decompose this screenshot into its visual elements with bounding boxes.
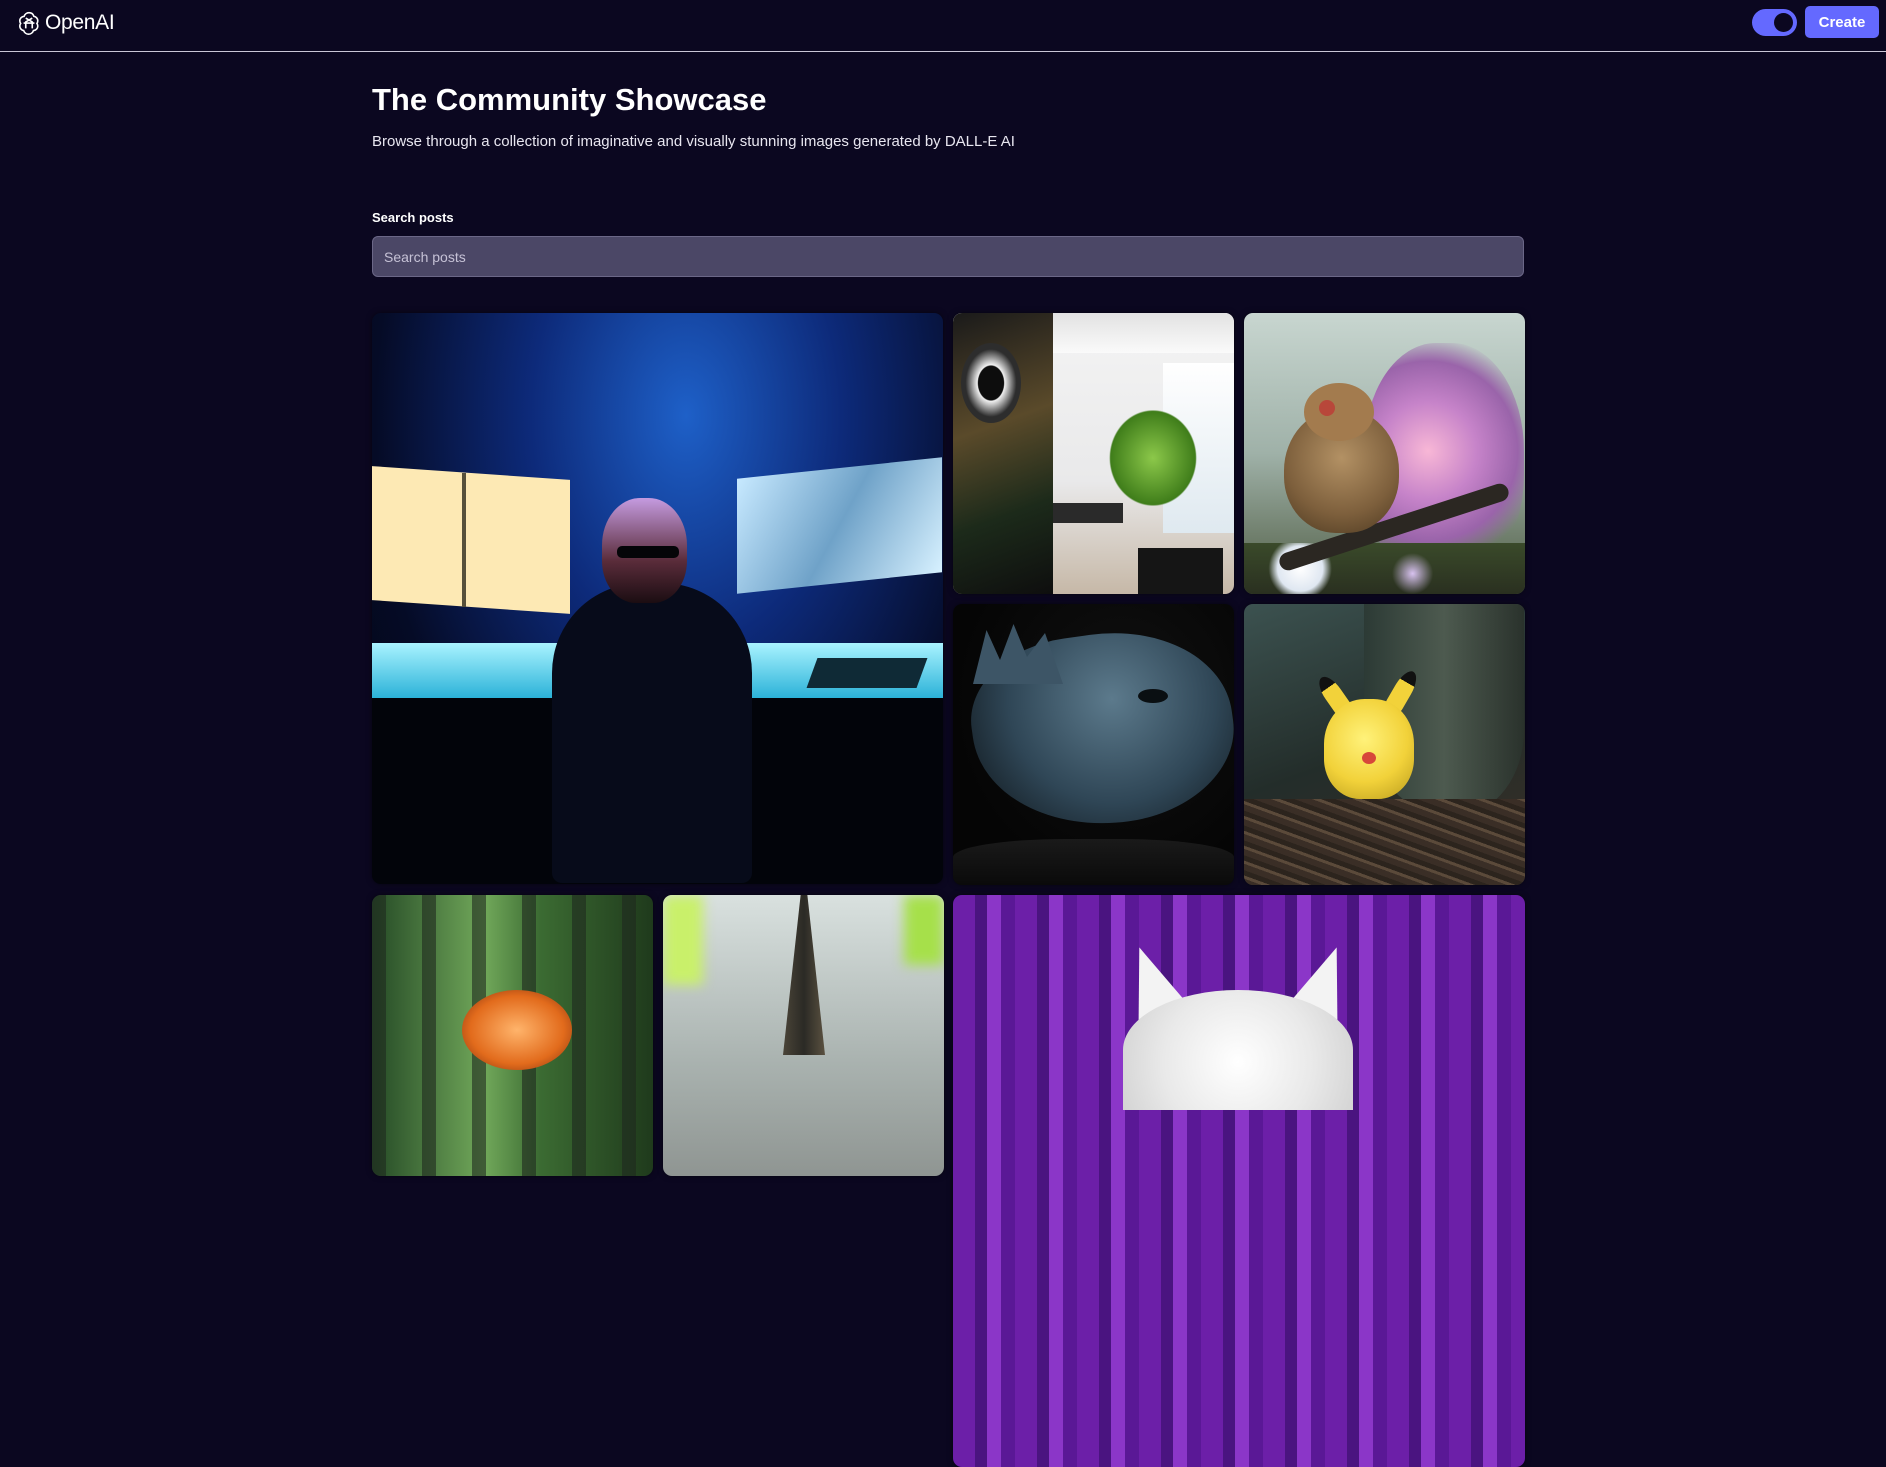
- toggle-knob: [1774, 13, 1793, 32]
- gallery-card-hacker-monitors[interactable]: [372, 313, 943, 884]
- card-image: [953, 604, 1234, 885]
- gallery-card-eiffel-painting[interactable]: [663, 895, 944, 1176]
- search-input[interactable]: [372, 236, 1524, 277]
- page-title: The Community Showcase: [372, 82, 767, 117]
- brand-name: OpenAI: [45, 11, 115, 34]
- gallery-card-reptile[interactable]: [953, 604, 1234, 885]
- create-button[interactable]: Create: [1805, 6, 1879, 38]
- card-image: [663, 895, 944, 1176]
- card-image: [372, 313, 943, 884]
- gallery-card-cat-curtain[interactable]: [953, 895, 1525, 1467]
- openai-logo-icon: [18, 11, 39, 35]
- top-navbar: OpenAI Create: [0, 0, 1886, 52]
- card-image: [1244, 313, 1525, 594]
- gallery-card-fish-forest[interactable]: [372, 895, 653, 1176]
- page-subtitle: Browse through a collection of imaginati…: [372, 133, 1015, 150]
- gallery-card-modern-interior[interactable]: [953, 313, 1234, 594]
- gallery-card-bird-blossoms[interactable]: [1244, 313, 1525, 594]
- card-image: [1244, 604, 1525, 885]
- card-image: [953, 895, 1525, 1467]
- search-label: Search posts: [372, 210, 454, 225]
- card-image: [372, 895, 653, 1176]
- gallery-card-pikachu-forest[interactable]: [1244, 604, 1525, 885]
- theme-toggle[interactable]: [1752, 9, 1797, 36]
- card-image: [953, 313, 1234, 594]
- openai-logo-link[interactable]: OpenAI: [16, 10, 115, 36]
